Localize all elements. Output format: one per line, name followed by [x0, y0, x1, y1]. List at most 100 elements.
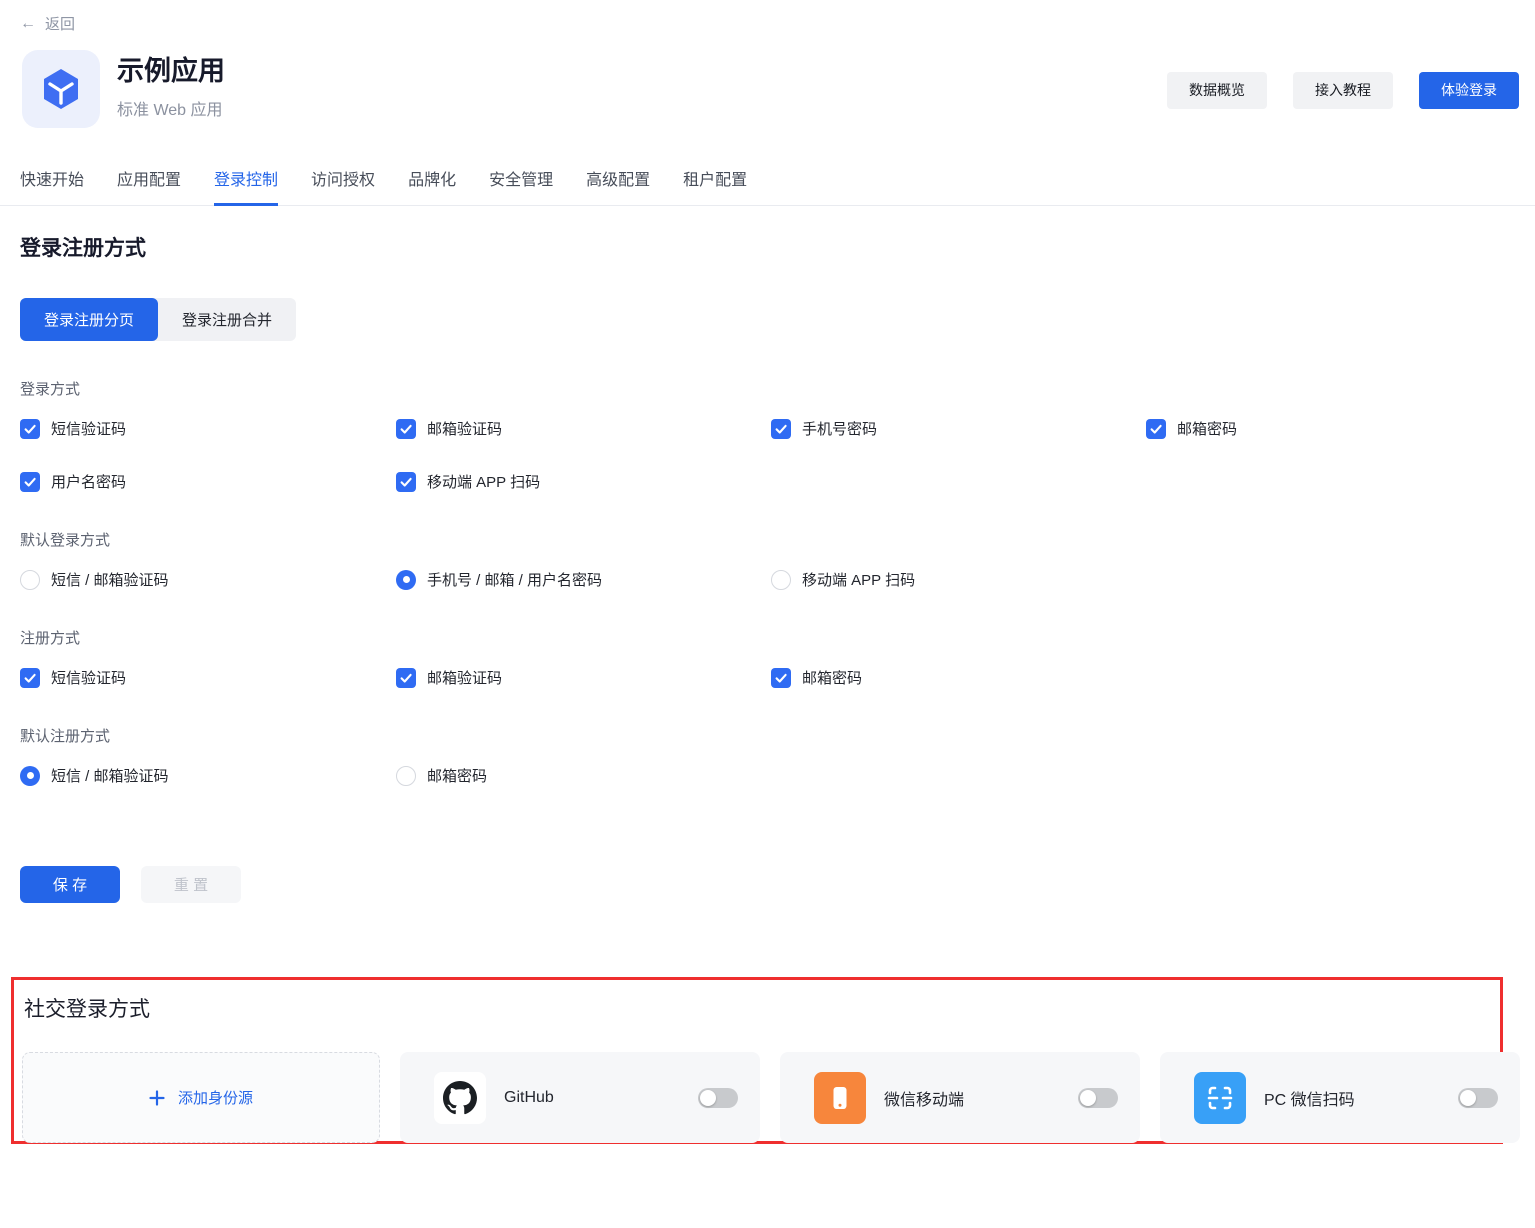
checkbox-icon[interactable] [396, 419, 416, 439]
tab-3[interactable]: 登录控制 [214, 159, 278, 206]
checkbox-icon[interactable] [771, 419, 791, 439]
checkbox-icon[interactable] [20, 668, 40, 688]
login-register-mode-switcher: 登录注册分页登录注册合并 [20, 298, 296, 341]
header-action-button-1[interactable]: 数据概览 [1167, 72, 1267, 109]
tab-2[interactable]: 应用配置 [117, 159, 181, 206]
option-label: 短信验证码 [51, 667, 126, 688]
github-icon [434, 1072, 486, 1124]
connection-card: GitHub [400, 1052, 760, 1143]
form-actions: 保 存 重 置 [20, 866, 1515, 903]
checkbox-icon[interactable] [1146, 419, 1166, 439]
checkbox-option[interactable]: 短信验证码 [20, 667, 396, 688]
connection-name: GitHub [504, 1089, 554, 1107]
option-label: 移动端 APP 扫码 [427, 471, 540, 492]
checkbox-icon[interactable] [396, 472, 416, 492]
connection-card: 微信移动端 [780, 1052, 1140, 1143]
checkbox-option[interactable]: 短信验证码 [20, 418, 396, 439]
group-label: 默认登录方式 [20, 529, 1515, 550]
option-label: 邮箱密码 [427, 765, 487, 786]
checkbox-option[interactable]: 邮箱密码 [771, 667, 1146, 688]
checkbox-icon[interactable] [20, 472, 40, 492]
radio-icon[interactable] [396, 766, 416, 786]
radio-icon[interactable] [20, 766, 40, 786]
back-label: 返回 [45, 13, 75, 34]
radio-icon[interactable] [396, 570, 416, 590]
tab-bar: 快速开始应用配置登录控制访问授权品牌化安全管理高级配置租户配置 [0, 159, 1535, 206]
connection-toggle[interactable] [1458, 1088, 1498, 1108]
connection-toggle[interactable] [1078, 1088, 1118, 1108]
option-label: 邮箱密码 [802, 667, 862, 688]
app-subtitle: 标准 Web 应用 [117, 96, 225, 120]
page-title: 示例应用 [117, 56, 225, 87]
toggle-knob [700, 1090, 716, 1106]
radio-option[interactable]: 邮箱密码 [396, 765, 771, 786]
toggle-knob [1080, 1090, 1096, 1106]
radio-option[interactable]: 短信 / 邮箱验证码 [20, 765, 396, 786]
social-section-title: 社交登录方式 [24, 993, 1500, 1023]
plus-icon [149, 1090, 165, 1106]
option-row: 短信 / 邮箱验证码 邮箱密码 [20, 765, 1515, 786]
connection-toggle[interactable] [698, 1088, 738, 1108]
option-label: 邮箱密码 [1177, 418, 1237, 439]
checkbox-icon[interactable] [20, 419, 40, 439]
tab-6[interactable]: 安全管理 [489, 159, 553, 206]
radio-option[interactable]: 短信 / 邮箱验证码 [20, 569, 396, 590]
radio-option[interactable]: 移动端 APP 扫码 [771, 569, 1146, 590]
back-arrow-icon: ← [20, 16, 36, 32]
option-groups: 登录方式短信验证码邮箱验证码手机号密码邮箱密码用户名密码移动端 APP 扫码默认… [20, 378, 1515, 786]
header-action-button-3[interactable]: 体验登录 [1419, 72, 1519, 109]
social-cards: 添加身份源 GitHub 微信移动端 PC 微信扫码 [22, 1052, 1520, 1143]
group-label: 默认注册方式 [20, 725, 1515, 746]
tab-5[interactable]: 品牌化 [408, 159, 456, 206]
back-link[interactable]: ← 返回 [20, 13, 75, 34]
connection-name: 微信移动端 [884, 1086, 964, 1110]
section-title: 登录注册方式 [20, 232, 1515, 262]
radio-icon[interactable] [771, 570, 791, 590]
checkbox-icon[interactable] [771, 668, 791, 688]
header-action-button-2[interactable]: 接入教程 [1293, 72, 1393, 109]
add-identity-source-button[interactable]: 添加身份源 [22, 1052, 380, 1143]
tab-7[interactable]: 高级配置 [586, 159, 650, 206]
group-label: 注册方式 [20, 627, 1515, 648]
option-label: 短信 / 邮箱验证码 [51, 569, 169, 590]
option-label: 手机号密码 [802, 418, 877, 439]
wechat-mobile-icon [814, 1072, 866, 1124]
connection-card: PC 微信扫码 [1160, 1052, 1520, 1143]
option-label: 短信验证码 [51, 418, 126, 439]
option-row: 短信 / 邮箱验证码 手机号 / 邮箱 / 用户名密码 移动端 APP 扫码 [20, 569, 1515, 590]
app-header: 示例应用 标准 Web 应用 数据概览接入教程体验登录 [22, 50, 1519, 128]
radio-icon[interactable] [20, 570, 40, 590]
option-row: 短信验证码 邮箱验证码 手机号密码 邮箱密码用户名密码 移动端 APP 扫码 [20, 418, 1515, 492]
login-settings-panel: 登录注册方式 登录注册分页登录注册合并 登录方式短信验证码邮箱验证码手机号密码邮… [20, 201, 1515, 903]
app-titles: 示例应用 标准 Web 应用 [117, 50, 225, 120]
tab-1[interactable]: 快速开始 [20, 159, 84, 206]
connection-name: PC 微信扫码 [1264, 1086, 1355, 1110]
option-label: 短信 / 邮箱验证码 [51, 765, 169, 786]
toggle-knob [1460, 1090, 1476, 1106]
save-button[interactable]: 保 存 [20, 866, 120, 903]
option-label: 邮箱验证码 [427, 667, 502, 688]
add-identity-source-label: 添加身份源 [178, 1087, 253, 1108]
checkbox-option[interactable]: 邮箱密码 [1146, 418, 1515, 439]
segment-option-2[interactable]: 登录注册合并 [158, 298, 296, 341]
tab-4[interactable]: 访问授权 [311, 159, 375, 206]
app-logo-icon [22, 50, 100, 128]
reset-button[interactable]: 重 置 [141, 866, 241, 903]
group-label: 登录方式 [20, 378, 1515, 399]
checkbox-icon[interactable] [396, 668, 416, 688]
checkbox-option[interactable]: 邮箱验证码 [396, 418, 771, 439]
header-actions: 数据概览接入教程体验登录 [1167, 72, 1519, 109]
checkbox-option[interactable]: 移动端 APP 扫码 [396, 471, 771, 492]
radio-option[interactable]: 手机号 / 邮箱 / 用户名密码 [396, 569, 771, 590]
social-login-section: 社交登录方式 添加身份源 GitHub 微信移动端 PC 微信扫码 [11, 977, 1503, 1144]
checkbox-option[interactable]: 手机号密码 [771, 418, 1146, 439]
option-row: 短信验证码 邮箱验证码 邮箱密码 [20, 667, 1515, 688]
checkbox-option[interactable]: 邮箱验证码 [396, 667, 771, 688]
option-label: 邮箱验证码 [427, 418, 502, 439]
option-label: 用户名密码 [51, 471, 126, 492]
checkbox-option[interactable]: 用户名密码 [20, 471, 396, 492]
wechat-scan-icon [1194, 1072, 1246, 1124]
tab-8[interactable]: 租户配置 [683, 159, 747, 206]
option-label: 手机号 / 邮箱 / 用户名密码 [427, 569, 602, 590]
segment-option-1[interactable]: 登录注册分页 [20, 298, 158, 341]
